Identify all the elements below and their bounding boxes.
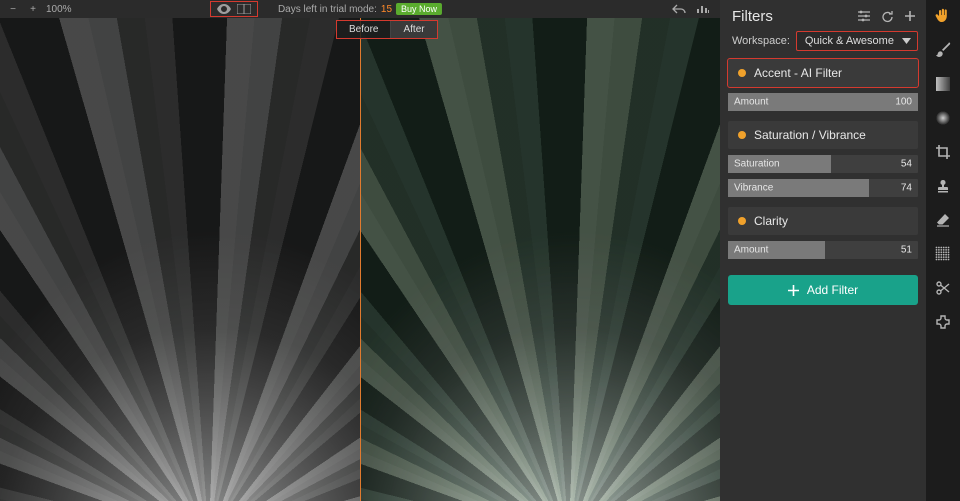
- brush-tool-icon[interactable]: [933, 40, 953, 60]
- trial-label: Days left in trial mode:: [278, 4, 377, 15]
- workspace-label: Workspace:: [732, 35, 790, 47]
- add-icon[interactable]: [904, 10, 916, 22]
- eraser-tool-icon[interactable]: [933, 210, 953, 230]
- compare-divider[interactable]: [360, 18, 361, 501]
- radial-tool-icon[interactable]: [933, 108, 953, 128]
- before-image: [0, 18, 360, 501]
- eye-icon: [217, 4, 231, 14]
- trial-days: 15: [381, 4, 392, 15]
- slider[interactable]: Amount 100: [728, 93, 918, 111]
- workspace-select[interactable]: Quick & Awesome: [796, 31, 918, 51]
- before-after-toggle[interactable]: Before After: [336, 20, 438, 39]
- before-tab[interactable]: Before: [337, 21, 390, 38]
- gradient-tool-icon[interactable]: [933, 74, 953, 94]
- reset-icon[interactable]: [881, 10, 894, 23]
- slider[interactable]: Amount 51: [728, 241, 918, 259]
- add-filter-label: Add Filter: [807, 283, 858, 297]
- zoom-in-button[interactable]: +: [26, 3, 40, 15]
- filter-name: Saturation / Vibrance: [754, 128, 866, 142]
- filter-name: Clarity: [754, 214, 788, 228]
- filter-block: Clarity Amount 51: [720, 207, 926, 269]
- slider-value: 51: [901, 245, 912, 256]
- stamp-tool-icon[interactable]: [933, 176, 953, 196]
- denoise-tool-icon[interactable]: [933, 244, 953, 264]
- hand-tool-icon[interactable]: [933, 6, 953, 26]
- plugin-tool-icon[interactable]: [933, 312, 953, 332]
- split-view-icon: [237, 4, 251, 14]
- slider-label: Vibrance: [734, 183, 773, 194]
- undo-icon[interactable]: [672, 3, 686, 15]
- slider[interactable]: Vibrance 74: [728, 179, 918, 197]
- workspace-value: Quick & Awesome: [805, 35, 894, 47]
- tool-rail: [926, 0, 960, 501]
- buy-now-button[interactable]: Buy Now: [396, 3, 442, 15]
- image-canvas[interactable]: [0, 18, 720, 501]
- filter-enabled-dot[interactable]: [738, 131, 746, 139]
- slider-label: Amount: [734, 97, 768, 108]
- zoom-out-button[interactable]: −: [6, 3, 20, 15]
- after-tab[interactable]: After: [390, 21, 436, 38]
- compare-mode-buttons[interactable]: [210, 1, 258, 17]
- chevron-down-icon: [902, 38, 911, 44]
- slider-label: Saturation: [734, 159, 780, 170]
- slider-label: Amount: [734, 245, 768, 256]
- filter-header[interactable]: Clarity: [728, 207, 918, 235]
- slider-value: 100: [895, 97, 912, 108]
- filter-block: Saturation / Vibrance Saturation 54 Vibranc…: [720, 121, 926, 207]
- scissors-tool-icon[interactable]: [933, 278, 953, 298]
- panel-title: Filters: [732, 8, 773, 25]
- filter-enabled-dot[interactable]: [738, 217, 746, 225]
- filter-header[interactable]: Accent - AI Filter: [728, 59, 918, 87]
- filter-header[interactable]: Saturation / Vibrance: [728, 121, 918, 149]
- filter-enabled-dot[interactable]: [738, 69, 746, 77]
- filter-name: Accent - AI Filter: [754, 66, 842, 80]
- slider[interactable]: Saturation 54: [728, 155, 918, 173]
- add-filter-button[interactable]: Add Filter: [728, 275, 918, 305]
- filter-block: Accent - AI Filter Amount 100: [720, 59, 926, 121]
- plus-icon: [788, 285, 799, 296]
- filters-panel: Filters Workspace: Quick & Awesome Accen…: [720, 0, 926, 501]
- crop-tool-icon[interactable]: [933, 142, 953, 162]
- slider-value: 74: [901, 183, 912, 194]
- top-bar: − + 100% Days left in trial mode: 15 Buy…: [0, 0, 720, 18]
- histogram-icon[interactable]: [696, 4, 710, 14]
- after-image: [360, 18, 720, 501]
- zoom-value: 100%: [46, 4, 72, 15]
- slider-value: 54: [901, 159, 912, 170]
- presets-icon[interactable]: [857, 10, 871, 22]
